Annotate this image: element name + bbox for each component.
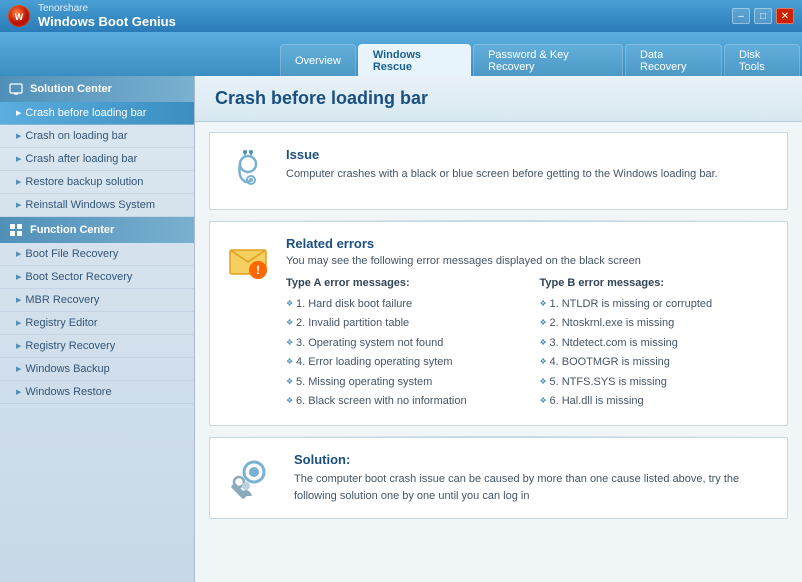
error-a-6: 6. Black screen with no information [286,392,520,411]
content-header: Crash before loading bar [195,76,802,122]
errors-content: Related errors You may see the following… [286,236,773,411]
maximize-button[interactable]: □ [754,8,772,24]
app-title: Tenorshare Windows Boot Genius [38,3,176,29]
error-a-3: 3. Operating system not found [286,334,520,353]
sidebar-item-mbr-recovery[interactable]: MBR Recovery [0,289,194,312]
solution-heading: Solution: [294,452,773,467]
title-bar-left: W Tenorshare Windows Boot Genius [8,3,176,29]
solution-center-icon [8,81,24,97]
sidebar-item-registry-editor[interactable]: Registry Editor [0,312,194,335]
issue-icon [224,147,272,195]
close-button[interactable]: ✕ [776,8,794,24]
sidebar-item-boot-file[interactable]: Boot File Recovery [0,243,194,266]
title-bar: W Tenorshare Windows Boot Genius – □ ✕ [0,0,802,32]
col-b-title: Type B error messages: [540,277,774,289]
tab-password-key-recovery[interactable]: Password & Key Recovery [473,44,623,76]
app-icon: W [8,5,30,27]
sidebar-item-registry-recovery[interactable]: Registry Recovery [0,335,194,358]
errors-heading: Related errors [286,236,773,251]
tab-overview[interactable]: Overview [280,44,356,76]
svg-text:!: ! [256,263,260,277]
error-a-4: 4. Error loading operating sytem [286,353,520,372]
error-b-5: 5. NTFS.SYS is missing [540,373,774,392]
error-b-1: 1. NTLDR is missing or corrupted [540,295,774,314]
sidebar-item-crash-on[interactable]: Crash on loading bar [0,125,194,148]
error-a-1: 1. Hard disk boot failure [286,295,520,314]
nav-tabs: Overview Windows Rescue Password & Key R… [0,32,802,76]
error-a-2: 2. Invalid partition table [286,314,520,333]
errors-columns: Type A error messages: 1. Hard disk boot… [286,277,773,411]
window-controls: – □ ✕ [732,8,794,24]
main-layout: Solution Center Crash before loading bar… [0,76,802,582]
error-a-5: 5. Missing operating system [286,373,520,392]
tab-data-recovery[interactable]: Data Recovery [625,44,722,76]
content-body: Issue Computer crashes with a black or b… [195,122,802,582]
sidebar-item-crash-before[interactable]: Crash before loading bar [0,102,194,125]
error-b-4: 4. BOOTMGR is missing [540,353,774,372]
tab-disk-tools[interactable]: Disk Tools [724,44,800,76]
solution-description: The computer boot crash issue can be cau… [294,471,773,504]
content-area: Crash before loading bar [195,76,802,582]
error-b-6: 6. Hal.dll is missing [540,392,774,411]
sidebar-item-windows-backup[interactable]: Windows Backup [0,358,194,381]
issue-section: Issue Computer crashes with a black or b… [209,132,788,210]
errors-icon: ! [224,236,272,411]
function-center-header: Function Center [0,217,194,243]
sidebar: Solution Center Crash before loading bar… [0,76,195,582]
issue-text: Issue Computer crashes with a black or b… [286,147,718,183]
function-center-label: Function Center [30,224,114,236]
page-title: Crash before loading bar [215,88,782,109]
solution-text: Solution: The computer boot crash issue … [294,452,773,504]
errors-subtitle: You may see the following error messages… [286,255,773,267]
errors-col-a: Type A error messages: 1. Hard disk boot… [286,277,520,411]
sidebar-item-reinstall-windows[interactable]: Reinstall Windows System [0,194,194,217]
product-label: Windows Boot Genius [38,14,176,29]
col-a-title: Type A error messages: [286,277,520,289]
solution-center-label: Solution Center [30,83,112,95]
tab-windows-rescue[interactable]: Windows Rescue [358,44,471,76]
sidebar-item-boot-sector[interactable]: Boot Sector Recovery [0,266,194,289]
sidebar-item-windows-restore[interactable]: Windows Restore [0,381,194,404]
issue-heading: Issue [286,147,718,162]
brand-label: Tenorshare [38,3,176,14]
solution-icon [224,452,280,504]
sidebar-item-restore-backup[interactable]: Restore backup solution [0,171,194,194]
issue-description: Computer crashes with a black or blue sc… [286,166,718,183]
solution-section: Solution: The computer boot crash issue … [209,437,788,519]
svg-text:W: W [15,12,24,22]
minimize-button[interactable]: – [732,8,750,24]
function-center-icon [8,222,24,238]
errors-col-b: Type B error messages: 1. NTLDR is missi… [540,277,774,411]
errors-section: ! Related errors You may see the followi… [209,221,788,426]
solution-center-header: Solution Center [0,76,194,102]
sidebar-item-crash-after[interactable]: Crash after loading bar [0,148,194,171]
error-b-2: 2. Ntoskrnl.exe is missing [540,314,774,333]
error-b-3: 3. Ntdetect.com is missing [540,334,774,353]
